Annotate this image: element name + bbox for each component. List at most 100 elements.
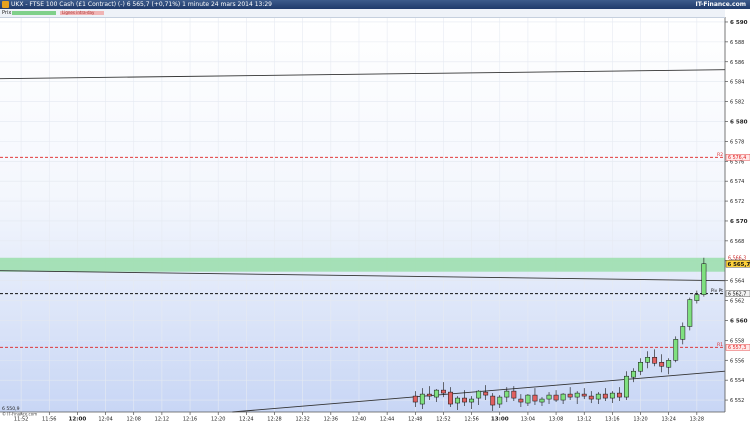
candle-body[interactable] (652, 357, 658, 364)
candle-body[interactable] (483, 391, 489, 396)
legend-bar: Prix Lignes intra-day (0, 9, 725, 18)
candle-body[interactable] (539, 398, 545, 403)
chart-window: UKX - FTSE 100 Cash (£1 Contract) (-) 6 … (0, 0, 750, 422)
x-tick-label: 12:16 (183, 417, 197, 422)
x-tick-label: 13:04 (521, 417, 535, 422)
x-tick-label: 12:36 (324, 417, 338, 422)
x-tick-label: 12:20 (211, 417, 225, 422)
candle-body[interactable] (490, 395, 496, 406)
y-tick-label: 6 560 (730, 318, 748, 324)
x-tick-label: 12:08 (127, 417, 141, 422)
level-value-label: 6 562,7 (728, 291, 746, 297)
x-tick-label: 12:28 (267, 417, 281, 422)
x-tick-label: 12:32 (295, 417, 309, 422)
level-value-label: 6 557,3 (728, 345, 746, 351)
candle-body[interactable] (567, 393, 573, 398)
candle-body[interactable] (595, 393, 601, 400)
x-tick-label: 12:24 (239, 417, 253, 422)
candle-body[interactable] (455, 397, 460, 404)
candle-body[interactable] (673, 339, 679, 361)
candle-body[interactable] (553, 394, 559, 401)
x-tick-label: 13:16 (605, 417, 619, 422)
price-axis-panel (725, 17, 750, 412)
last-price-label: 6 565,7 (728, 262, 750, 268)
x-tick-label: 12:00 (69, 417, 87, 422)
y-tick-label: 6 582 (730, 100, 744, 106)
x-tick-label: 12:48 (408, 417, 422, 422)
x-tick-label: 13:28 (690, 417, 704, 422)
candle-body[interactable] (504, 390, 510, 398)
candle-body[interactable] (525, 394, 531, 404)
x-tick-label: 12:52 (436, 417, 450, 422)
legend-green-swatch (12, 11, 56, 15)
x-tick-label: 13:08 (549, 417, 563, 422)
y-tick-label: 6 578 (730, 139, 744, 145)
y-tick-label: 6 554 (730, 378, 744, 384)
candle-body[interactable] (624, 375, 629, 398)
y-tick-label: 6 562 (730, 299, 744, 305)
candle-body[interactable] (701, 263, 707, 295)
candle-body[interactable] (476, 390, 482, 399)
x-tick-label: 12:40 (352, 417, 366, 422)
x-tick-label: 13:00 (491, 417, 509, 422)
y-tick-label: 6 574 (730, 179, 744, 185)
level-name-label: Piv Pt (711, 288, 723, 294)
y-tick-label: 6 584 (730, 80, 744, 86)
candle-body[interactable] (616, 392, 622, 398)
y-tick-label: 6 564 (730, 279, 744, 285)
candle-body[interactable] (433, 389, 439, 398)
candle-body[interactable] (694, 294, 700, 301)
y-tick-label: 6 556 (730, 358, 744, 364)
candle-body[interactable] (680, 326, 686, 340)
y-tick-label: 6 558 (730, 338, 744, 344)
copyright-label: © IT-Finance.com (2, 412, 37, 417)
candle-body[interactable] (602, 393, 608, 399)
y-tick-label: 6 580 (730, 119, 748, 125)
y-tick-label: 6 586 (730, 60, 744, 66)
y-tick-label: 6 552 (730, 398, 744, 404)
candle-body[interactable] (469, 398, 475, 403)
y-tick-label: 6 588 (730, 40, 744, 46)
x-tick-label: 13:20 (633, 417, 647, 422)
candle-body[interactable] (426, 393, 432, 397)
candle-body[interactable] (441, 389, 446, 394)
y-tick-label: 6 570 (730, 219, 748, 225)
candle-body[interactable] (511, 390, 517, 399)
candle-body[interactable] (588, 395, 594, 400)
candle-body[interactable] (581, 393, 587, 397)
x-tick-label: 11:56 (42, 417, 56, 422)
candle-body[interactable] (518, 398, 524, 403)
candle-body[interactable] (497, 396, 503, 405)
candle-body[interactable] (638, 362, 643, 372)
resistance-zone (0, 257, 725, 272)
candle-body[interactable] (645, 357, 651, 363)
candle-body[interactable] (419, 393, 425, 405)
candle-body[interactable] (631, 370, 636, 378)
y-tick-label: 6 568 (730, 239, 744, 245)
candle-body[interactable] (448, 391, 453, 405)
legend-pink-label: Lignes intra-day (62, 10, 95, 15)
x-tick-label: 13:12 (577, 417, 591, 422)
candle-body[interactable] (412, 395, 418, 403)
candle-body[interactable] (659, 362, 665, 367)
candle-body[interactable] (609, 392, 615, 399)
level-name-label: R2 (717, 152, 723, 158)
candle-body[interactable] (532, 394, 538, 402)
x-tick-label: 12:12 (155, 417, 169, 422)
candle-body[interactable] (687, 299, 693, 327)
candle-body[interactable] (546, 394, 552, 400)
plot-area (0, 17, 725, 412)
level-value-label: 6 576,4 (728, 155, 746, 161)
x-tick-label: 12:56 (464, 417, 478, 422)
x-tick-label: 12:04 (98, 417, 112, 422)
y-tick-label: 6 572 (730, 199, 744, 205)
level-name-label: R1 (717, 342, 723, 348)
y-tick-label: 6 590 (730, 20, 748, 26)
candle-body[interactable] (666, 360, 672, 368)
price-chart[interactable]: 6 5526 5546 5566 5586 5606 5626 5646 566… (0, 0, 750, 422)
candle-body[interactable] (560, 393, 566, 401)
x-tick-label: 13:24 (661, 417, 675, 422)
legend-price-label: Prix (2, 10, 12, 16)
candle-body[interactable] (462, 397, 467, 403)
candle-body[interactable] (574, 392, 580, 398)
